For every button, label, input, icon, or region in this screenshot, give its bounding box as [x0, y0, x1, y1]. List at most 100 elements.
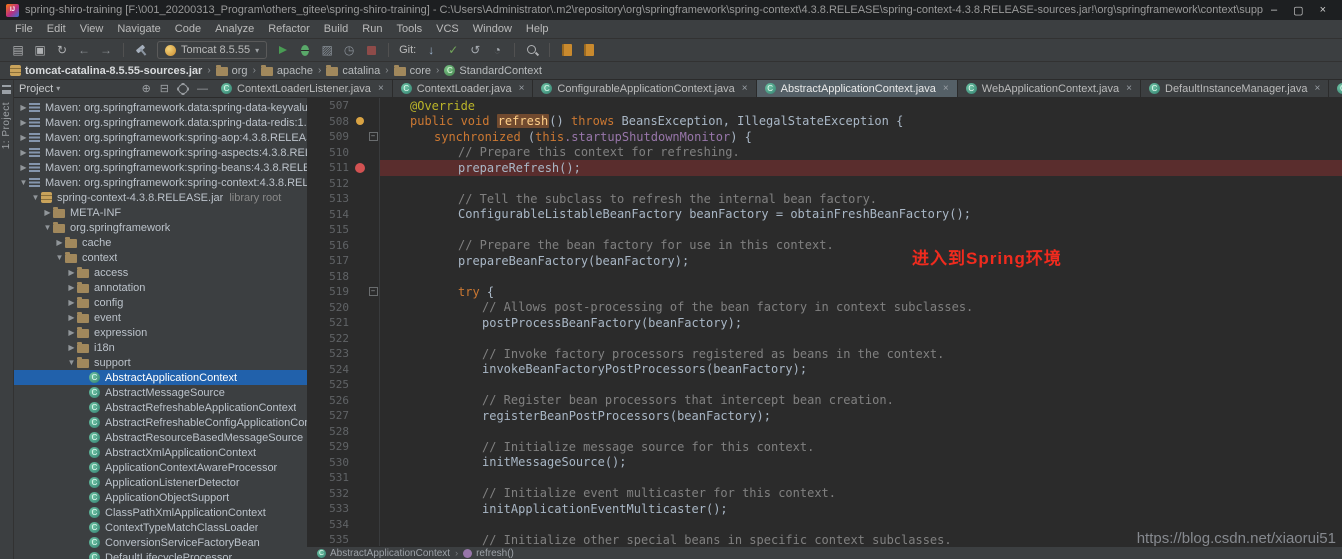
tree-item[interactable]: ▶cache — [14, 235, 307, 250]
breakpoint-gutter[interactable] — [353, 163, 367, 173]
code-line-518[interactable]: 518 — [307, 269, 1342, 285]
line-number[interactable]: 518 — [307, 270, 353, 283]
collapse-arrow-icon[interactable]: ▼ — [42, 223, 53, 232]
run-icon[interactable] — [273, 41, 293, 59]
code-line-523[interactable]: 523// Invoke factory processors register… — [307, 346, 1342, 362]
line-number[interactable]: 530 — [307, 456, 353, 469]
expand-arrow-icon[interactable]: ▶ — [66, 313, 77, 322]
code-line-524[interactable]: 524invokeBeanFactoryPostProcessors(beanF… — [307, 362, 1342, 378]
line-number[interactable]: 517 — [307, 254, 353, 267]
breadcrumb-item[interactable]: org — [214, 65, 250, 77]
expand-arrow-icon[interactable]: ▶ — [18, 118, 29, 127]
line-number[interactable]: 511 — [307, 161, 353, 174]
expand-arrow-icon[interactable]: ▶ — [18, 163, 29, 172]
tree-item[interactable]: ▶annotation — [14, 280, 307, 295]
tree-item[interactable]: ▶Maven: org.springframework:spring-beans… — [14, 160, 307, 175]
open-project-icon[interactable]: ▤ — [8, 41, 28, 59]
tree-item[interactable]: CAbstractXmlApplicationContext — [14, 445, 307, 460]
editor-breadcrumb-item[interactable]: CAbstractApplicationContext — [317, 548, 450, 559]
line-number[interactable]: 513 — [307, 192, 353, 205]
tree-item[interactable]: ▶event — [14, 310, 307, 325]
line-number[interactable]: 527 — [307, 409, 353, 422]
line-number[interactable]: 507 — [307, 99, 353, 112]
collapse-arrow-icon[interactable]: ▼ — [66, 358, 77, 367]
editor-breadcrumb-item[interactable]: refresh() — [463, 548, 514, 559]
expand-arrow-icon[interactable]: ▶ — [66, 268, 77, 277]
collapse-arrow-icon[interactable]: ▼ — [54, 253, 65, 262]
menu-code[interactable]: Code — [168, 23, 208, 35]
tree-item[interactable]: ▼Maven: org.springframework:spring-conte… — [14, 175, 307, 190]
tree-item[interactable]: ▶META-INF — [14, 205, 307, 220]
maximize-button[interactable]: ▢ — [1293, 4, 1303, 17]
git-history-icon[interactable]: ◔ — [487, 41, 507, 59]
run-config-selector[interactable]: Tomcat 8.5.55▾ — [157, 41, 267, 59]
editor-tab[interactable]: CContextLoader.java× — [393, 80, 534, 97]
tab-close-icon[interactable]: × — [519, 83, 525, 94]
line-number[interactable]: 526 — [307, 394, 353, 407]
expand-arrow-icon[interactable]: ▶ — [18, 133, 29, 142]
line-number[interactable]: 510 — [307, 146, 353, 159]
line-number[interactable]: 521 — [307, 316, 353, 329]
line-number[interactable]: 535 — [307, 533, 353, 546]
locate-icon[interactable]: ⊕ — [142, 82, 151, 95]
code-line-508[interactable]: 508public void refresh() throws BeansExc… — [307, 114, 1342, 130]
settings-gear-icon[interactable] — [178, 84, 188, 94]
code-line-525[interactable]: 525 — [307, 377, 1342, 393]
close-button[interactable]: × — [1320, 4, 1326, 17]
line-number[interactable]: 534 — [307, 518, 353, 531]
code-line-519[interactable]: 519−try { — [307, 284, 1342, 300]
line-number[interactable]: 523 — [307, 347, 353, 360]
stop-icon[interactable] — [361, 41, 381, 59]
menu-file[interactable]: File — [8, 23, 40, 35]
profiler-icon[interactable]: ◷ — [339, 41, 359, 59]
project-panel-title[interactable]: Project — [19, 83, 53, 95]
editor-tab[interactable]: CContextLoaderListener.java× — [213, 80, 393, 97]
line-number[interactable]: 512 — [307, 177, 353, 190]
menu-tools[interactable]: Tools — [389, 23, 429, 35]
editor-tab[interactable]: CDefaultInstanceManager.java× — [1141, 80, 1329, 97]
chevron-down-icon[interactable]: ▾ — [56, 84, 60, 93]
line-number[interactable]: 515 — [307, 223, 353, 236]
code-line-521[interactable]: 521postProcessBeanFactory(beanFactory); — [307, 315, 1342, 331]
fold-gutter[interactable]: − — [367, 284, 380, 300]
menu-navigate[interactable]: Navigate — [110, 23, 167, 35]
menu-refactor[interactable]: Refactor — [261, 23, 317, 35]
line-number[interactable]: 519 — [307, 285, 353, 298]
tree-item[interactable]: ▶config — [14, 295, 307, 310]
line-number[interactable]: 516 — [307, 239, 353, 252]
line-number[interactable]: 508 — [307, 115, 353, 128]
menu-window[interactable]: Window — [466, 23, 519, 35]
editor-tab[interactable]: CWebApplicationContext.java× — [958, 80, 1141, 97]
tree-item[interactable]: ▼support — [14, 355, 307, 370]
code-line-530[interactable]: 530initMessageSource(); — [307, 455, 1342, 471]
code-line-529[interactable]: 529// Initialize message source for this… — [307, 439, 1342, 455]
forward-arrow-icon[interactable]: → — [96, 41, 116, 59]
expand-arrow-icon[interactable]: ▶ — [18, 148, 29, 157]
tab-close-icon[interactable]: × — [1314, 83, 1320, 94]
code-line-510[interactable]: 510// Prepare this context for refreshin… — [307, 145, 1342, 161]
fold-gutter[interactable]: − — [367, 129, 380, 145]
tab-close-icon[interactable]: × — [742, 83, 748, 94]
tree-item[interactable]: ▶expression — [14, 325, 307, 340]
tree-item[interactable]: CAbstractRefreshableApplicationContext — [14, 400, 307, 415]
breakpoint-icon[interactable] — [355, 163, 365, 173]
menu-edit[interactable]: Edit — [40, 23, 73, 35]
menu-help[interactable]: Help — [519, 23, 556, 35]
code-line-517[interactable]: 517prepareBeanFactory(beanFactory); — [307, 253, 1342, 269]
expand-arrow-icon[interactable]: ▶ — [66, 343, 77, 352]
hide-panel-icon[interactable]: — — [197, 83, 208, 95]
editor-tab[interactable]: CAbstractApplicationContext.java× — [757, 80, 958, 97]
tree-item[interactable]: CApplicationObjectSupport — [14, 490, 307, 505]
bookmark-gutter[interactable] — [353, 117, 367, 125]
code-line-531[interactable]: 531 — [307, 470, 1342, 486]
code-line-533[interactable]: 533initApplicationEventMulticaster(); — [307, 501, 1342, 517]
line-number[interactable]: 522 — [307, 332, 353, 345]
collapse-all-icon[interactable]: ⊟ — [160, 82, 169, 95]
tree-item[interactable]: ▶access — [14, 265, 307, 280]
project-stripe-button[interactable]: 1: Project — [1, 102, 12, 149]
tree-item[interactable]: CAbstractMessageSource — [14, 385, 307, 400]
tree-item[interactable]: ▶Maven: org.springframework:spring-aspec… — [14, 145, 307, 160]
line-number[interactable]: 520 — [307, 301, 353, 314]
editor-tab[interactable]: CStandardContext.java× — [1329, 80, 1342, 97]
breadcrumb-item[interactable]: core — [392, 65, 433, 77]
